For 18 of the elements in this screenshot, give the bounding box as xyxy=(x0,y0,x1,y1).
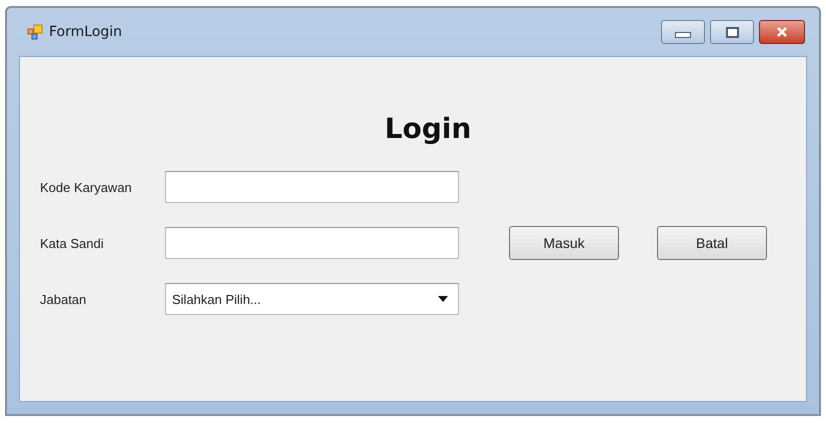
button[interactable]: Masuk xyxy=(509,226,619,260)
dropdown[interactable]: Silahkan Pilih... xyxy=(165,283,459,315)
minimize-button[interactable] xyxy=(661,20,705,44)
close-button[interactable] xyxy=(759,20,805,44)
app-icon xyxy=(27,24,43,40)
input-field[interactable] xyxy=(165,227,459,259)
minimize-icon xyxy=(675,32,691,38)
field-label: Kata Sandi xyxy=(40,236,105,250)
maximize-button[interactable] xyxy=(710,20,754,44)
input-field[interactable] xyxy=(165,171,459,203)
button[interactable]: Batal xyxy=(657,226,767,260)
dropdown-arrow-icon xyxy=(438,296,448,302)
field-label: Kode Karyawan xyxy=(40,180,133,194)
maximize-icon xyxy=(726,26,738,38)
window-title: FormLogin xyxy=(49,24,122,40)
field-label: Jabatan xyxy=(40,292,88,306)
close-icon xyxy=(776,27,788,37)
form-heading: Login xyxy=(384,112,472,145)
